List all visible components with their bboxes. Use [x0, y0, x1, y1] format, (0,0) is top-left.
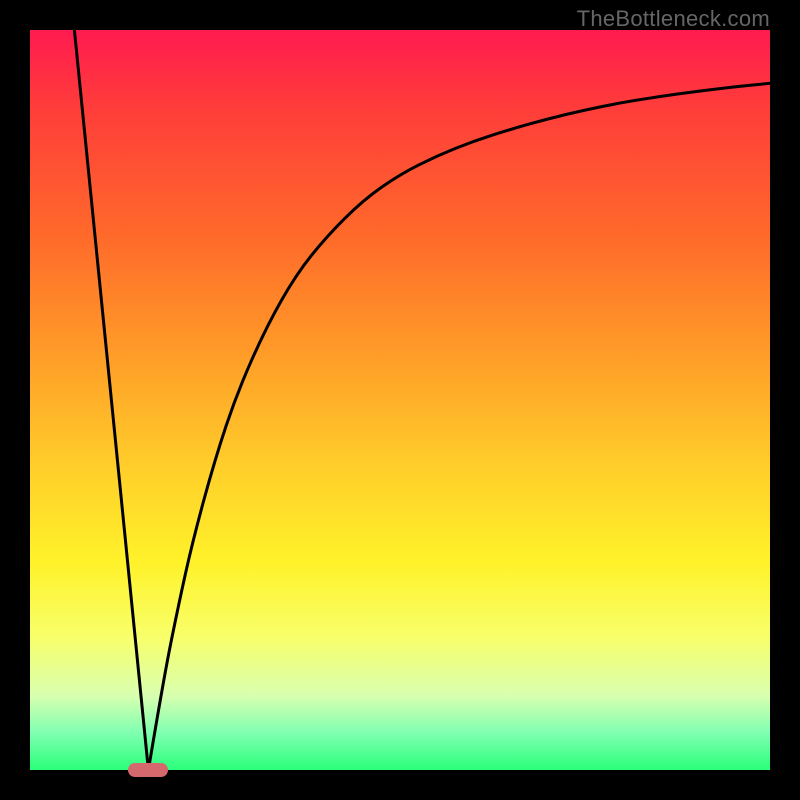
chart-curves — [30, 30, 770, 770]
plot-area — [30, 30, 770, 770]
chart-frame: TheBottleneck.com — [0, 0, 800, 800]
watermark-text: TheBottleneck.com — [577, 6, 770, 32]
curve-right-branch — [148, 83, 770, 770]
curve-left-branch — [74, 30, 148, 770]
bottleneck-marker — [128, 763, 168, 777]
